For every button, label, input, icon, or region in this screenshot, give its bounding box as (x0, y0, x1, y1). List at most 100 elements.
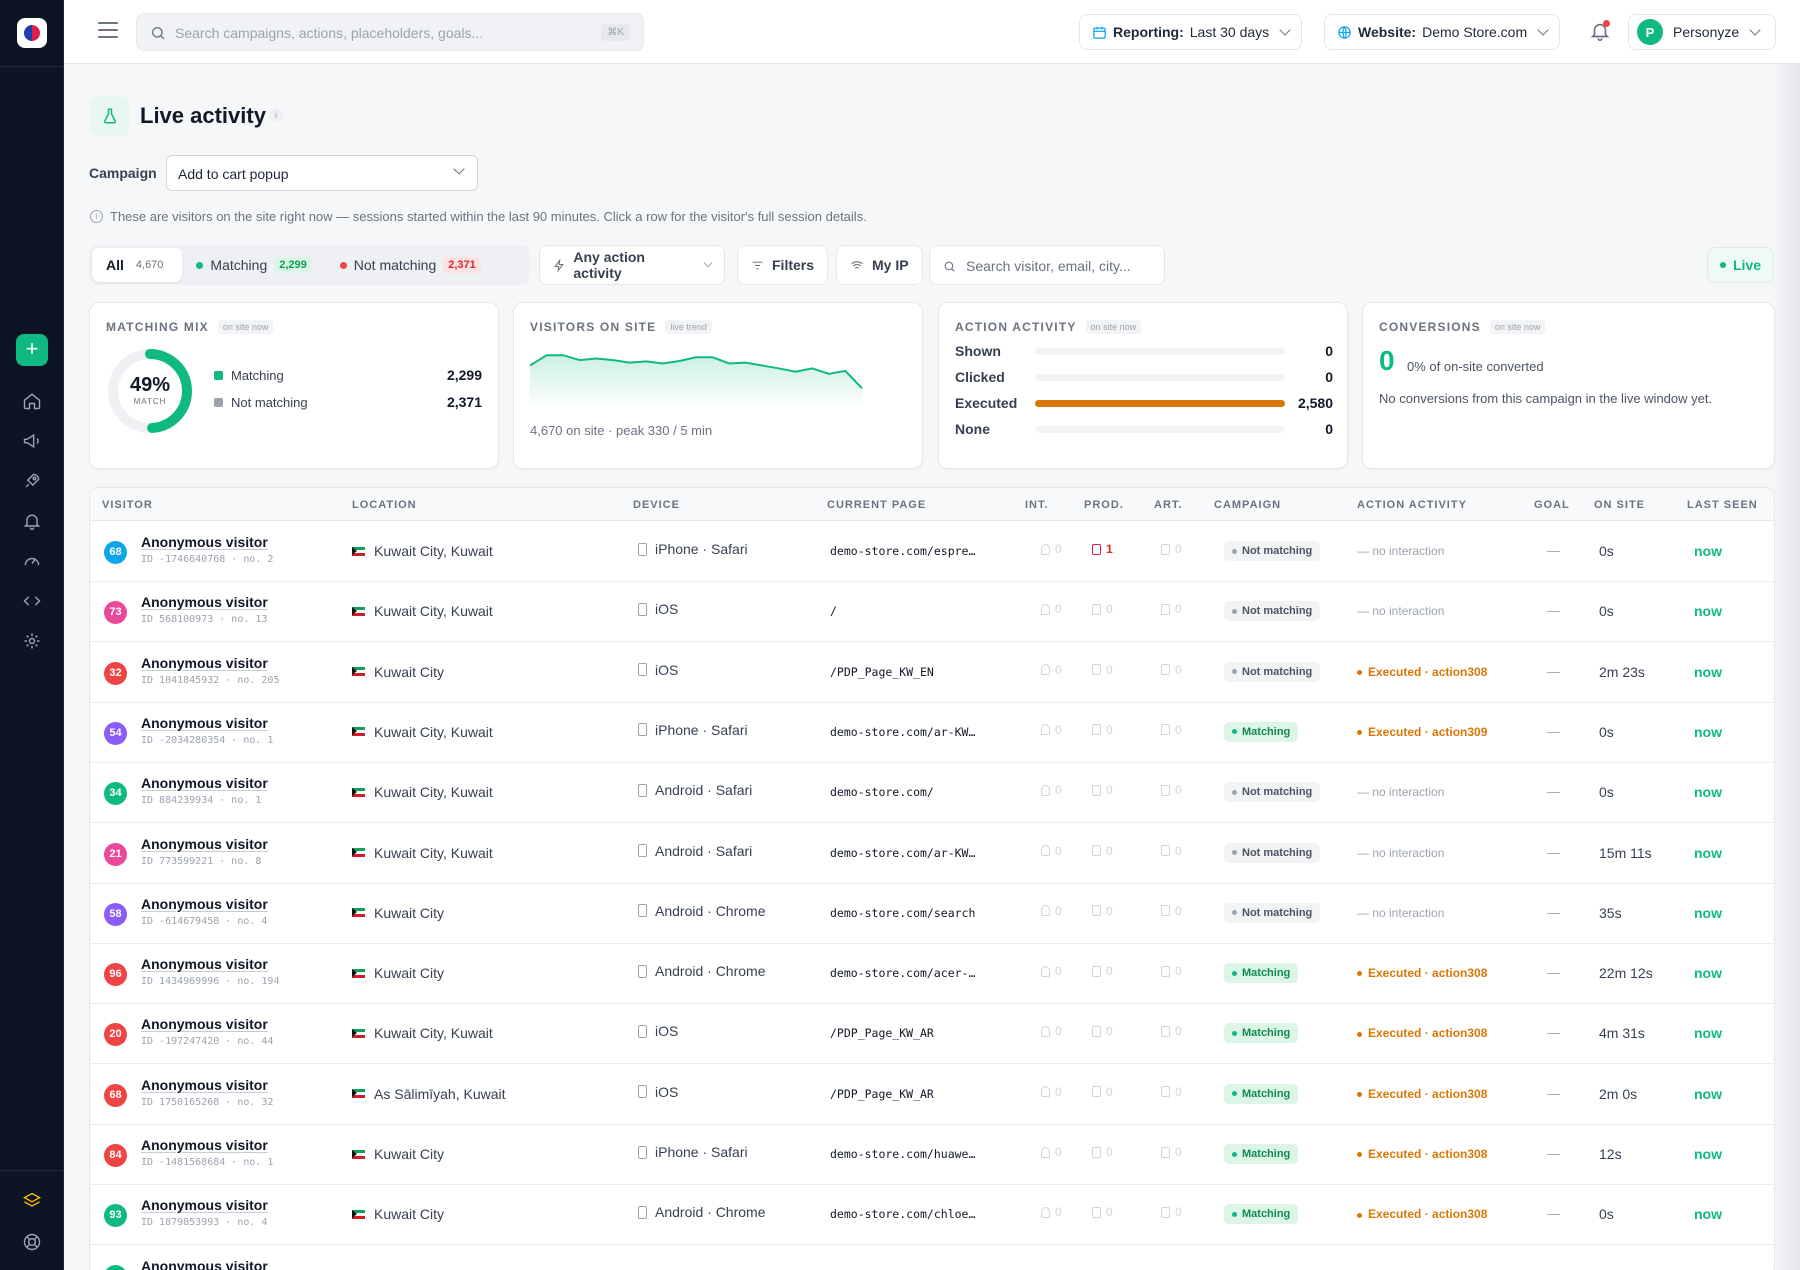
table-row[interactable]: 58 Anonymous visitor ID -614679458 · no. 4… (90, 884, 1774, 944)
interest-value: 0 (1055, 662, 1062, 677)
settings-icon[interactable] (22, 631, 42, 651)
notifications-bell-icon[interactable] (1589, 20, 1611, 42)
live-toggle[interactable]: Live (1707, 247, 1775, 283)
column-header[interactable]: CAMPAIGN (1214, 499, 1281, 511)
reporting-range-dropdown[interactable]: Reporting: Last 30 days (1079, 14, 1303, 50)
interest-value: 0 (1055, 1205, 1062, 1220)
global-search-input[interactable]: Search campaigns, actions, placeholders,… (136, 13, 644, 51)
visitor-name-link[interactable]: Anonymous visitor (141, 956, 268, 972)
status-dot (1232, 850, 1237, 855)
column-header[interactable]: LOCATION (352, 499, 417, 511)
table-row[interactable]: 84 Anonymous visitor ID -1481568684 · no. … (90, 1125, 1774, 1185)
table-row[interactable]: 96 Anonymous visitor ID 1434969996 · no. 1… (90, 944, 1774, 1005)
tab-all[interactable]: All 4,670 (92, 248, 183, 282)
shopping-bag-icon (1092, 1146, 1101, 1158)
campaign-status-badge: Not matching (1224, 902, 1321, 923)
visitor-name-link[interactable]: Anonymous visitor (141, 1197, 268, 1213)
gauge-icon[interactable] (22, 551, 42, 571)
interest-value: 0 (1055, 542, 1062, 556)
visitor-avatar: 58 (104, 902, 127, 926)
visitor-name-link[interactable]: Anonymous visitor (141, 594, 268, 610)
home-icon[interactable] (22, 391, 42, 411)
current-page: /PDP_Page_KW_EN (830, 664, 934, 679)
visitor-avatar: 93 (104, 1204, 127, 1228)
column-header[interactable]: CURRENT PAGE (827, 499, 926, 511)
code-icon[interactable] (22, 591, 42, 611)
filters-button[interactable]: Filters (737, 245, 829, 285)
visitor-name-link[interactable]: Anonymous visitor (141, 775, 268, 791)
action-activity: Executed · action308 (1357, 966, 1487, 980)
device: iOS (638, 1084, 678, 1100)
visitor-name-link[interactable]: Anonymous visitor (141, 836, 268, 852)
info-icon[interactable]: i (269, 108, 283, 122)
last-seen: now (1694, 784, 1722, 801)
layers-icon[interactable] (22, 1191, 42, 1211)
visitor-name-link[interactable]: Anonymous visitor (141, 1258, 268, 1270)
main-content: Live activity i Campaign Add to cart pop… (64, 64, 1800, 1270)
visitor-name-link[interactable]: Anonymous visitor (141, 534, 268, 550)
time-on-site: 22m 12s (1599, 965, 1653, 982)
column-header[interactable]: ACTION ACTIVITY (1357, 499, 1467, 511)
column-header[interactable]: VISITOR (102, 499, 153, 511)
tab-matching[interactable]: Matching 2,299 (182, 248, 325, 282)
product-count: 0 (1092, 663, 1113, 677)
help-icon[interactable] (22, 1232, 42, 1252)
lightbulb-icon (1041, 1206, 1050, 1218)
location-text: Kuwait City (374, 1206, 445, 1223)
column-header[interactable]: ART. (1154, 499, 1182, 511)
conversions-card: CONVERSIONS on site now 0 0% of on-site c… (1362, 302, 1775, 469)
visitor-name-link[interactable]: Anonymous visitor (141, 655, 268, 671)
article-count: 0 (1161, 904, 1182, 918)
table-row[interactable]: Anonymous visitor (90, 1246, 1774, 1270)
table-row[interactable]: 73 Anonymous visitor ID 568100973 · no. 13… (90, 582, 1774, 643)
column-header[interactable]: INT. (1025, 499, 1049, 511)
table-row[interactable]: 34 Anonymous visitor ID 884239934 · no. 1 K… (90, 763, 1774, 824)
visitor-name-link[interactable]: Anonymous visitor (141, 896, 268, 912)
table-row[interactable]: 68 Anonymous visitor ID 1750165268 · no. 3… (90, 1065, 1774, 1125)
bell-icon[interactable] (22, 511, 42, 531)
table-row[interactable]: 68 Anonymous visitor ID -1746640768 · no. … (90, 522, 1774, 582)
visitor-name-link[interactable]: Anonymous visitor (141, 1016, 268, 1032)
status-dot (1232, 970, 1237, 976)
match-filter-segmented: All 4,670 Matching 2,299 Not matching 2,… (89, 245, 530, 285)
visitor-name-link[interactable]: Anonymous visitor (141, 1077, 268, 1093)
action-activity-dropdown[interactable]: Any action activity (539, 245, 725, 285)
campaign-select[interactable]: Add to cart popup (166, 155, 478, 191)
product-count: 0 (1092, 602, 1113, 616)
table-row[interactable]: 21 Anonymous visitor ID 773599221 · no. 8 K… (90, 824, 1774, 884)
visitor-search-input[interactable]: Search visitor, email, city... (929, 245, 1165, 285)
user-menu[interactable]: P Personyze (1628, 14, 1776, 50)
website-dropdown[interactable]: Website: Demo Store.com (1324, 14, 1561, 50)
my-ip-button[interactable]: My IP (836, 245, 923, 285)
column-header[interactable]: GOAL (1534, 499, 1570, 511)
kuwait-flag-icon (352, 727, 365, 737)
megaphone-icon[interactable] (22, 431, 42, 451)
document-icon (1161, 724, 1170, 736)
action-activity-text: — no interaction (1357, 604, 1445, 619)
table-row[interactable]: 54 Anonymous visitor ID -2034280354 · no. … (90, 703, 1774, 763)
rocket-icon[interactable] (22, 471, 42, 491)
chevron-down-icon (703, 258, 713, 268)
current-page: demo-store.com/ (830, 785, 934, 800)
conversions-count: 0 (1379, 345, 1395, 376)
app-logo[interactable] (17, 18, 47, 48)
column-header[interactable]: LAST SEEN (1687, 499, 1758, 511)
create-button[interactable]: + (16, 334, 48, 366)
column-header[interactable]: ON SITE (1594, 499, 1645, 511)
table-row[interactable]: 93 Anonymous visitor ID 1879853993 · no. 4… (90, 1185, 1774, 1246)
column-header[interactable]: PROD. (1084, 499, 1124, 511)
device-text: Android · Chrome (655, 902, 766, 919)
kuwait-flag-icon (352, 1149, 365, 1159)
menu-icon[interactable] (98, 22, 118, 38)
visitor-name-link[interactable]: Anonymous visitor (141, 715, 268, 731)
tab-not-matching[interactable]: Not matching 2,371 (326, 248, 495, 282)
table-row[interactable]: 20 Anonymous visitor ID -197247420 · no. 4… (90, 1004, 1774, 1065)
device: iOS (638, 601, 678, 617)
column-header[interactable]: DEVICE (633, 499, 680, 511)
article-count: 0 (1161, 783, 1182, 797)
shopping-bag-icon (1092, 965, 1101, 977)
action-activity-text: — no interaction (1357, 785, 1445, 800)
table-row[interactable]: 32 Anonymous visitor ID 1041845932 · no. 2… (90, 643, 1774, 703)
time-on-site: 0s (1599, 603, 1614, 620)
visitor-name-link[interactable]: Anonymous visitor (141, 1137, 268, 1153)
